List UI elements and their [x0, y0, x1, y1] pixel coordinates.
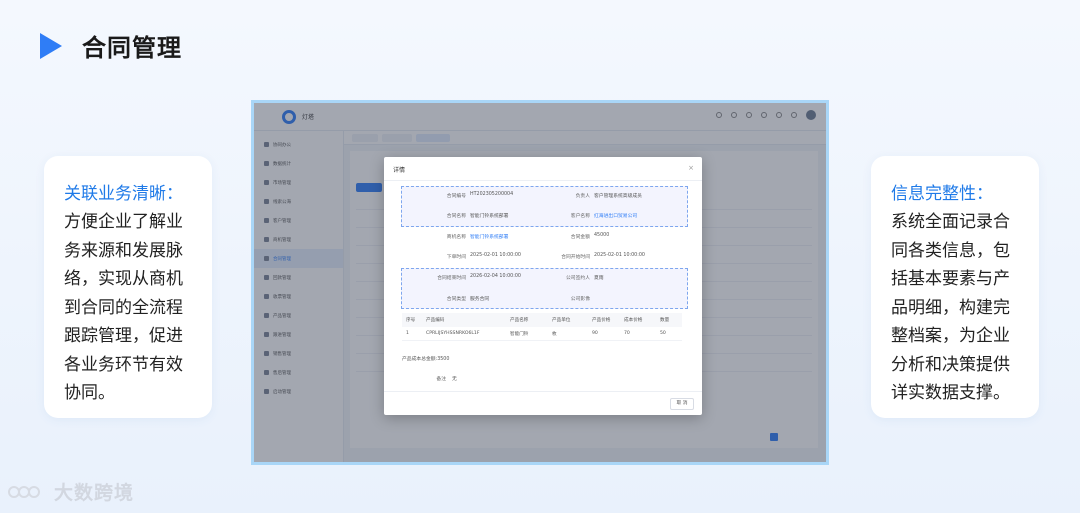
start-time-value: 2025-02-01 10:00:00 [594, 253, 645, 258]
col-header: 产品编码 [426, 318, 445, 323]
amount-label: 合同金额 [570, 235, 590, 240]
contract-no-value: HT202305200004 [470, 192, 514, 197]
table-cell: 智能门铃 [510, 331, 529, 337]
contract-no-label: 合同编号 [446, 194, 466, 199]
left-card-line: 跟踪管理，促进 [64, 326, 183, 346]
end-time-value: 2026-02-04 10:00:00 [470, 274, 521, 279]
contract-name-value: 智能门铃系统部署 [470, 214, 509, 219]
contract-name-label: 合同名称 [446, 214, 466, 219]
left-card-body: 方便企业了解业 务来源和发展脉 络，实现从商机 到合同的全流程 跟踪管理，促进 … [64, 208, 192, 408]
left-card-line: 各业务环节有效 [64, 354, 183, 375]
left-card-line: 络，实现从商机 [64, 269, 183, 289]
modal-footer: 取 消 [384, 391, 702, 415]
order-time-value: 2025-02-01 10:00:00 [470, 253, 521, 258]
right-card-line: 详实数据支撑。 [891, 383, 1010, 403]
right-feature-card: 信息完整性： 系统全面记录合 同各类信息，包 括基本要素与产 品明细，构建完 整… [871, 156, 1039, 418]
table-cell: 90 [592, 331, 598, 336]
type-value: 服务合同 [470, 297, 490, 302]
col-header: 产品名称 [510, 318, 529, 323]
customer-label: 客户名称 [570, 214, 590, 219]
left-card-line: 协同。 [64, 383, 115, 403]
table-cell: CPRLIJSYHSSNRKO6L1F [426, 331, 480, 336]
right-card-line: 分析和决策提供 [891, 354, 1010, 375]
signer-value: 夏雨 [594, 276, 604, 281]
col-header: 序号 [406, 318, 416, 323]
left-card-title: 关联业务清晰： [64, 184, 183, 204]
brand-watermark: 大数跨境 [8, 478, 134, 505]
table-cell: 70 [624, 331, 630, 336]
modal-header: 详情 × [384, 157, 702, 181]
brand-logo-icon [8, 482, 48, 502]
order-time-label: 下单时间 [446, 255, 466, 260]
signer-label: 公司签约人 [566, 276, 590, 281]
col-header: 成本价格 [624, 318, 643, 323]
modal-title: 详情 [393, 167, 406, 174]
table-row: 1 CPRLIJSYHSSNRKO6L1F 智能门铃 枚 90 70 50 [402, 327, 682, 341]
customer-link[interactable]: 红海进出口贸易公司 [594, 212, 637, 219]
table-cell: 1 [406, 331, 409, 336]
brand-name: 大数跨境 [54, 482, 135, 504]
start-time-label: 合同开始时间 [561, 255, 590, 260]
col-header: 产品价格 [592, 318, 611, 323]
type-label: 合同类型 [446, 297, 466, 302]
col-header: 数量 [660, 318, 670, 323]
table-cell: 枚 [552, 331, 557, 337]
close-icon[interactable]: × [688, 164, 694, 172]
right-card-line: 整档案，为企业 [891, 326, 1010, 346]
page-title: 合同管理 [82, 34, 182, 62]
opportunity-link[interactable]: 智能门铃系统部署 [470, 233, 508, 240]
owner-value: 客户管理系统高级成员 [594, 194, 642, 199]
right-card-line: 品明细，构建完 [891, 297, 1010, 318]
col-header: 产品单位 [552, 318, 571, 323]
left-card-line: 到合同的全流程 [64, 297, 183, 318]
left-feature-card: 关联业务清晰： 方便企业了解业 务来源和发展脉 络，实现从商机 到合同的全流程 … [44, 156, 212, 418]
right-card-title: 信息完整性： [891, 184, 993, 204]
product-table: 序号 产品编码 产品名称 产品单位 产品价格 成本价格 数量 1 CPRLIJS… [402, 313, 682, 341]
app-screenshot: 灯塔 协同办公 数据统计 市场管理 线索公海 客户管理 商机管理 合同管理 回款… [251, 100, 829, 465]
left-card-line: 务来源和发展脉 [64, 240, 183, 261]
end-time-label: 合同结束时间 [437, 276, 466, 281]
amount-value: 45000 [594, 233, 610, 238]
owner-label: 负责人 [575, 194, 590, 199]
stamp-label: 公司影像 [570, 297, 590, 302]
opportunity-label: 商机名称 [446, 235, 466, 240]
left-card-line: 方便企业了解业 [64, 212, 183, 232]
right-card-line: 同各类信息，包 [891, 240, 1010, 261]
title-arrow-icon [40, 32, 62, 59]
detail-modal: 详情 × 合同编号 HT202305200004 负责人 客户管理系统高级成员 … [384, 157, 702, 415]
cancel-button[interactable]: 取 消 [670, 398, 694, 410]
remark-value: 无 [452, 377, 457, 382]
right-card-line: 系统全面记录合 [891, 212, 1010, 232]
page-header: 合同管理 [40, 28, 182, 63]
right-card-body: 系统全面记录合 同各类信息，包 括基本要素与产 品明细，构建完 整档案，为企业 … [891, 208, 1019, 408]
product-table-header: 序号 产品编码 产品名称 产品单位 产品价格 成本价格 数量 [402, 313, 682, 327]
table-cell: 50 [660, 331, 666, 336]
right-card-line: 括基本要素与产 [891, 269, 1010, 289]
remark-label: 备注 [436, 377, 446, 382]
total-cost: 产品成本总金额:3500 [402, 357, 450, 362]
